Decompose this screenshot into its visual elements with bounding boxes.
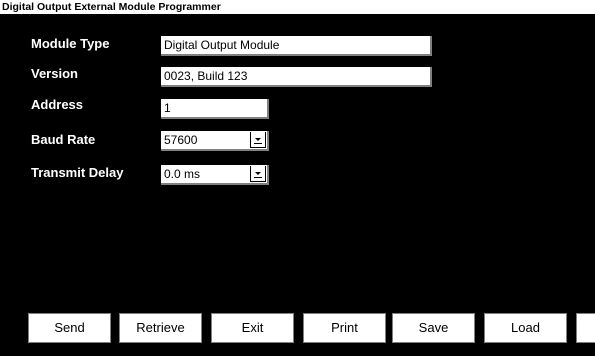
module-type-label: Module Type bbox=[31, 36, 110, 51]
chevron-down-icon bbox=[254, 172, 262, 178]
exit-button[interactable]: Exit bbox=[211, 313, 294, 343]
window-title: Digital Output External Module Programme… bbox=[0, 0, 595, 15]
load-button[interactable]: Load bbox=[484, 313, 567, 343]
save-button[interactable]: Save bbox=[392, 313, 475, 343]
transmit-delay-select[interactable]: 0.0 ms bbox=[161, 165, 269, 185]
address-field[interactable]: 1 bbox=[161, 99, 269, 119]
module-type-field[interactable]: Digital Output Module bbox=[161, 36, 432, 56]
programmer-window: Digital Output External Module Programme… bbox=[0, 0, 595, 356]
partial-button[interactable] bbox=[576, 313, 595, 343]
transmit-delay-dropdown-button[interactable] bbox=[250, 166, 266, 182]
retrieve-button[interactable]: Retrieve bbox=[119, 313, 202, 343]
version-field[interactable]: 0023, Build 123 bbox=[161, 67, 432, 87]
print-button[interactable]: Print bbox=[303, 313, 386, 343]
address-label: Address bbox=[31, 97, 84, 112]
transmit-delay-label: Transmit Delay bbox=[31, 165, 124, 180]
baud-rate-value: 57600 bbox=[164, 133, 198, 147]
baud-rate-dropdown-button[interactable] bbox=[250, 132, 266, 148]
send-button[interactable]: Send bbox=[28, 313, 111, 343]
version-label: Version bbox=[31, 66, 78, 81]
chevron-down-icon bbox=[254, 138, 262, 144]
transmit-delay-value: 0.0 ms bbox=[164, 167, 201, 181]
baud-rate-label: Baud Rate bbox=[31, 132, 96, 147]
baud-rate-select[interactable]: 57600 bbox=[161, 131, 269, 151]
